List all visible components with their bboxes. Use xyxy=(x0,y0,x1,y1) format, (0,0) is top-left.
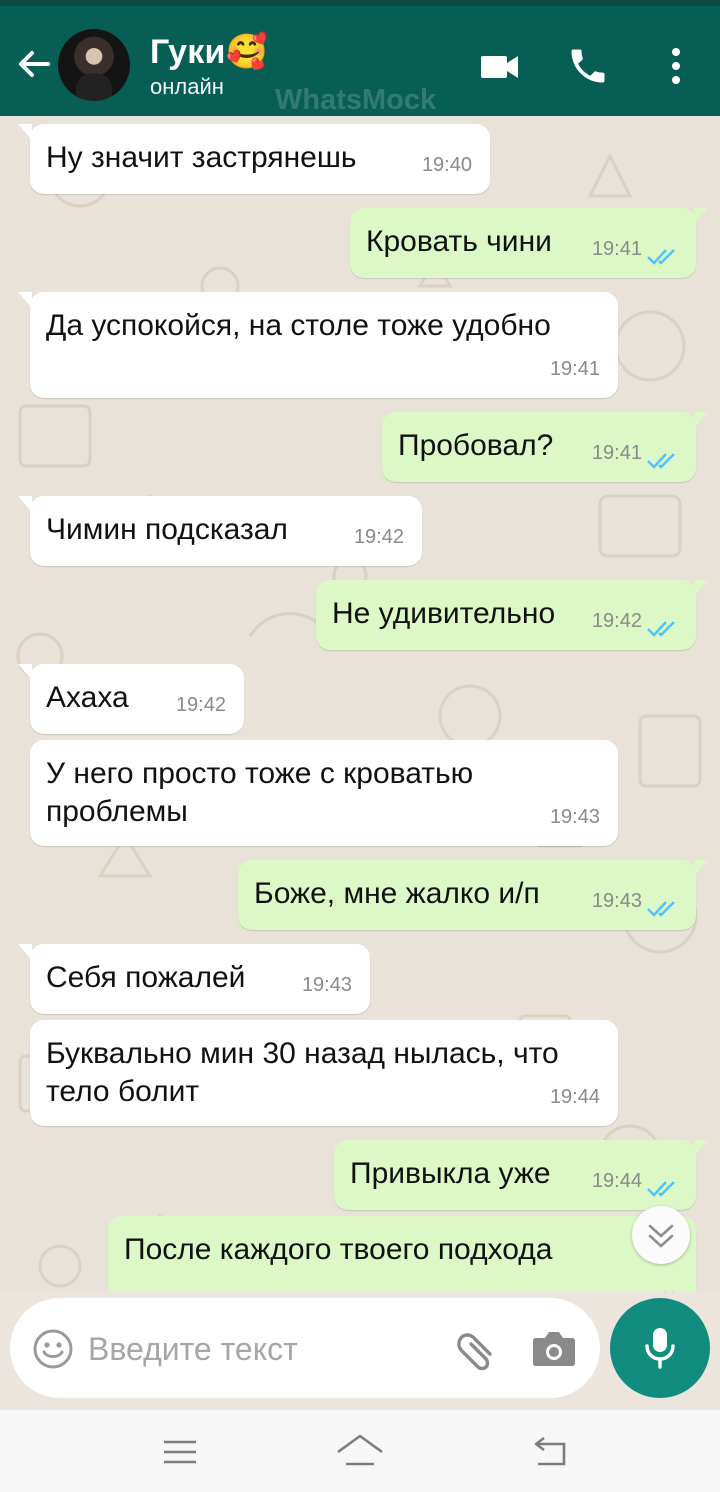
message-time: 19:43 xyxy=(301,974,352,996)
phone-icon[interactable] xyxy=(566,44,610,88)
message-outgoing[interactable]: Кровать чини 19:41 xyxy=(350,208,708,278)
message-time: 19:41 xyxy=(549,358,600,380)
message-incoming[interactable]: У него просто тоже с кроватью проблемы 1… xyxy=(30,740,618,846)
message-text: Не удивительно xyxy=(332,597,556,630)
system-nav-bar xyxy=(0,1410,720,1492)
message-time: 19:40 xyxy=(421,154,472,176)
read-ticks-icon xyxy=(647,621,675,637)
message-time: 19:42 xyxy=(591,610,642,632)
emoji-icon[interactable] xyxy=(32,1328,74,1370)
message-incoming[interactable]: Ну значит застрянешь 19:40 xyxy=(18,124,490,194)
message-time: 19:42 xyxy=(353,526,404,548)
message-text: Привыкла уже xyxy=(350,1157,551,1190)
watermark: WhatsMock xyxy=(275,84,437,116)
home-icon[interactable] xyxy=(334,1428,386,1474)
microphone-button[interactable] xyxy=(610,1298,710,1398)
read-ticks-icon xyxy=(647,453,675,469)
back-icon[interactable] xyxy=(530,1434,572,1470)
recent-apps-icon[interactable] xyxy=(160,1436,200,1468)
message-text: Кровать чини xyxy=(366,225,552,258)
more-vertical-icon[interactable] xyxy=(660,44,692,88)
message-incoming[interactable]: Ахаха 19:42 xyxy=(18,664,244,734)
read-ticks-icon xyxy=(647,1181,675,1197)
camera-icon[interactable] xyxy=(530,1326,578,1370)
message-text: Ну значит застрянешь xyxy=(46,141,357,174)
chat-area[interactable]: Ну значит застрянешь 19:40 Кровать чини … xyxy=(0,116,720,1292)
message-outgoing[interactable]: Привыкла уже 19:44 xyxy=(334,1140,708,1210)
message-outgoing[interactable]: Пробовал? 19:41 xyxy=(382,412,708,482)
message-time: 19:44 xyxy=(591,1170,642,1192)
message-text: Пробовал? xyxy=(398,429,554,462)
video-camera-icon[interactable] xyxy=(478,46,522,86)
paperclip-icon[interactable] xyxy=(452,1326,504,1372)
message-text: После каждого твоего подхода xyxy=(124,1233,553,1266)
message-outgoing[interactable]: Не удивительно 19:42 xyxy=(316,580,708,650)
back-arrow-icon[interactable] xyxy=(14,44,54,84)
contact-status: онлайн xyxy=(150,74,224,99)
avatar[interactable] xyxy=(58,29,130,101)
chevron-down-icon xyxy=(648,1224,674,1248)
read-ticks-icon xyxy=(647,249,675,265)
message-time: 19:43 xyxy=(549,806,600,828)
scroll-to-bottom-button[interactable] xyxy=(632,1206,690,1264)
microphone-icon xyxy=(645,1328,675,1369)
contact-name[interactable]: Гуки🥰 xyxy=(150,32,268,72)
message-time: 19:43 xyxy=(591,890,642,912)
message-outgoing[interactable]: Боже, мне жалко и/п 19:43 xyxy=(238,860,708,930)
message-time: 19:41 xyxy=(591,238,642,260)
message-text: Да успокойся, на столе тоже удобно xyxy=(46,309,551,342)
message-input[interactable] xyxy=(88,1326,428,1372)
message-incoming[interactable]: Да успокойся, на столе тоже удобно 19:41 xyxy=(18,292,618,398)
message-incoming[interactable]: Чимин подсказал 19:42 xyxy=(18,496,422,566)
message-incoming[interactable]: Себя пожалей 19:43 xyxy=(18,944,370,1014)
message-text: Чимин подсказал xyxy=(46,513,288,546)
message-composer xyxy=(10,1298,600,1398)
message-outgoing[interactable]: После каждого твоего подхода xyxy=(108,1216,696,1292)
message-time: 19:41 xyxy=(591,442,642,464)
message-text: Ахаха xyxy=(46,681,129,714)
message-text: У него просто тоже с кроватью проблемы xyxy=(46,757,474,828)
message-incoming[interactable]: Буквально мин 30 назад нылась, что тело … xyxy=(30,1020,618,1126)
read-ticks-icon xyxy=(664,1291,674,1292)
message-text: Боже, мне жалко и/п xyxy=(254,877,540,910)
message-text: Себя пожалей xyxy=(46,961,246,994)
message-time: 19:42 xyxy=(175,694,226,716)
message-time: 19:44 xyxy=(549,1086,600,1108)
chat-header: Гуки🥰 онлайн WhatsMock xyxy=(0,0,720,116)
message-text: Буквально мин 30 назад нылась, что тело … xyxy=(46,1037,559,1108)
read-ticks-icon xyxy=(647,901,675,917)
